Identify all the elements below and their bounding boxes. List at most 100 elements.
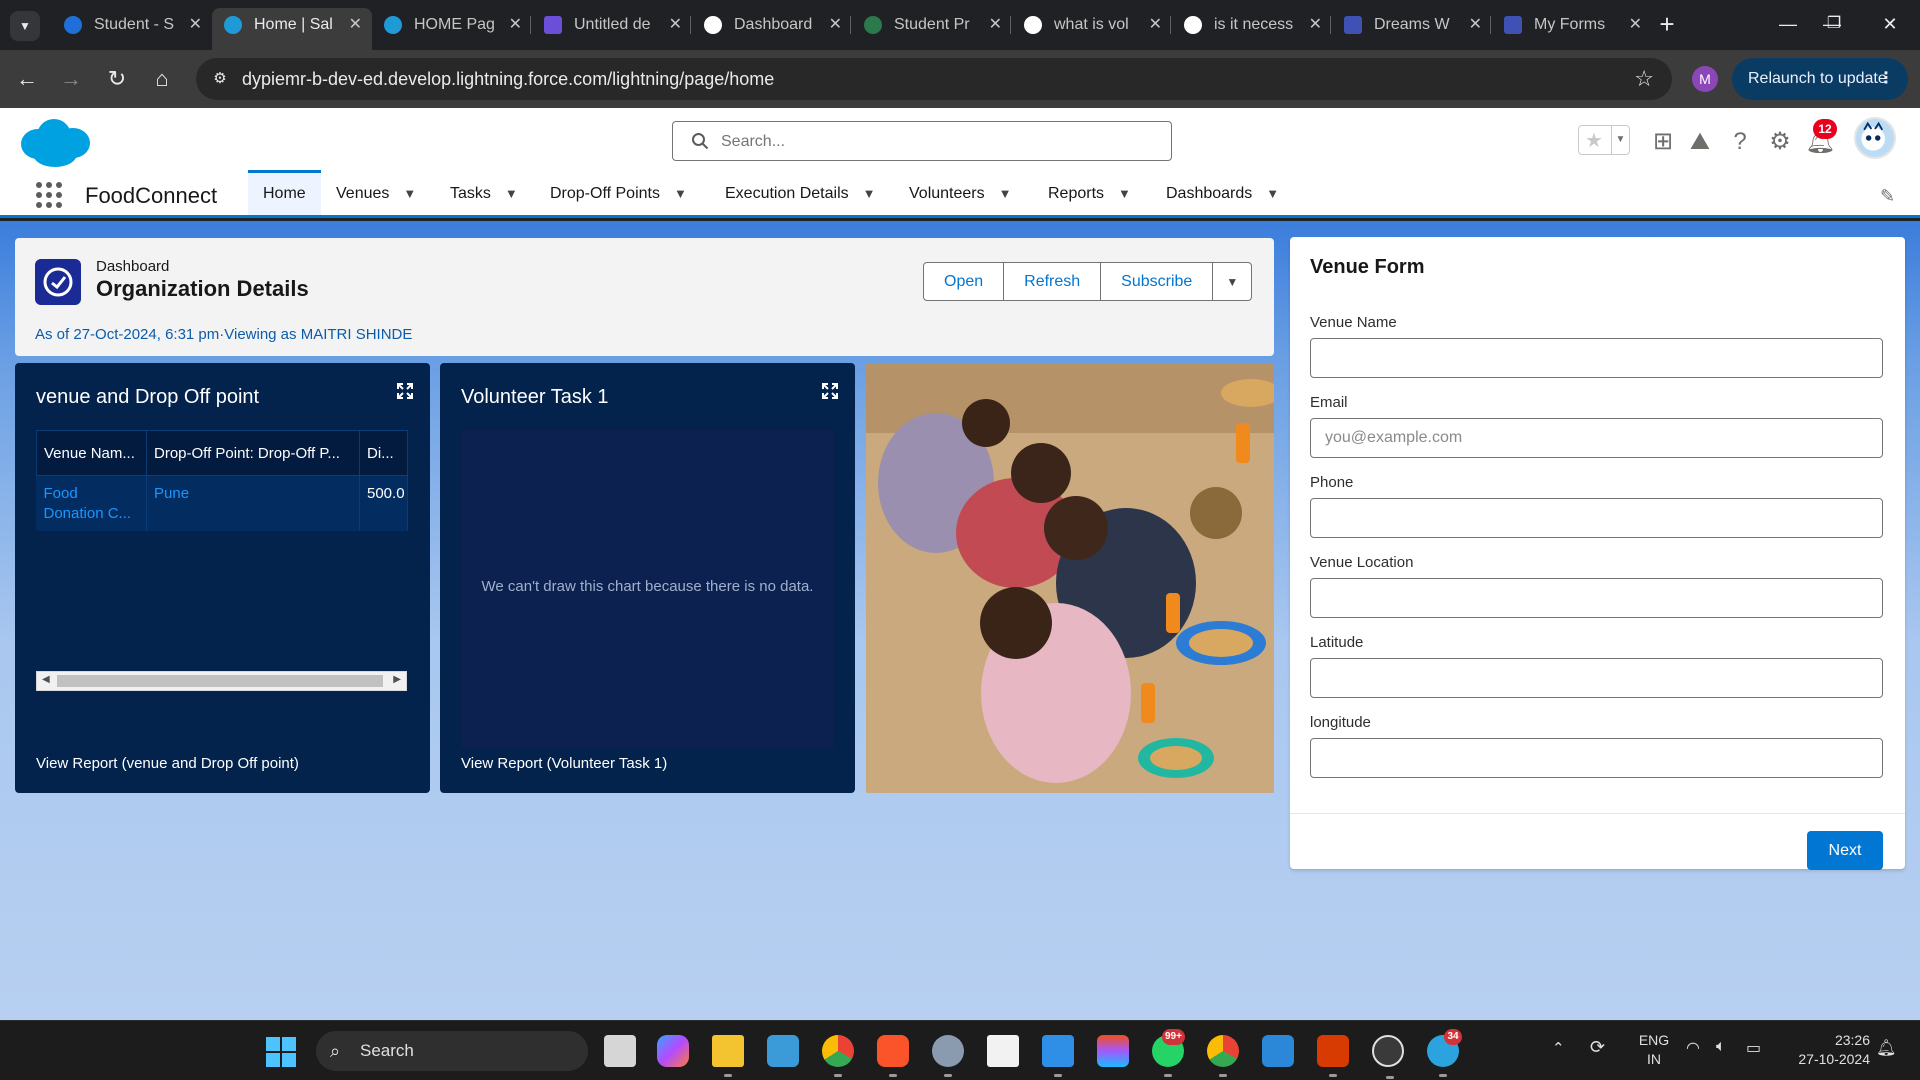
profile-avatar[interactable]: M [1692, 66, 1718, 92]
tab-close-icon[interactable]: ✕ [669, 8, 682, 42]
copilot-icon[interactable] [657, 1035, 689, 1067]
home-icon[interactable]: ⌂ [145, 62, 179, 96]
browser-tab[interactable]: Student - S ✕ [52, 8, 212, 42]
browser-tab-active[interactable]: Home | Sal ✕ [212, 8, 372, 50]
chevron-down-icon[interactable]: ▼ [999, 170, 1012, 218]
expand-icon[interactable] [396, 382, 414, 400]
minimize-window-icon[interactable]: — [1768, 6, 1808, 42]
wifi-icon[interactable]: ◠ [1686, 1038, 1700, 1058]
volume-icon[interactable]: 🔈︎ [1716, 1038, 1726, 1056]
browser-tab[interactable]: Dashboard ✕ [692, 8, 852, 42]
edit-nav-pencil-icon[interactable]: ✎ [1880, 186, 1895, 207]
email-input[interactable] [1310, 418, 1883, 458]
file-explorer-icon[interactable] [712, 1035, 744, 1077]
nav-tab-drop-off-points[interactable]: Drop-Off Points ▼ [550, 170, 687, 215]
address-url[interactable]: dypiemr-b-dev-ed.develop.lightning.force… [242, 69, 774, 90]
taskbar-search-box[interactable]: ⌕ Search [316, 1031, 588, 1071]
more-actions-chevron-icon[interactable]: ▼ [1212, 262, 1253, 301]
chevron-down-icon[interactable]: ▼ [1266, 170, 1279, 218]
notification-center-bell-icon[interactable]: 🔔︎ [1876, 1038, 1896, 1058]
forward-arrow-icon[interactable]: → [54, 62, 88, 96]
view-report-link[interactable]: View Report (venue and Drop Off point) [36, 755, 299, 772]
media-player-icon[interactable] [1372, 1035, 1404, 1079]
nav-tab-home[interactable]: Home [248, 170, 321, 215]
venue-name-input[interactable] [1310, 338, 1883, 378]
browser-tab[interactable]: Dreams W ✕ [1332, 8, 1492, 42]
expand-icon[interactable] [821, 382, 839, 400]
chevron-down-icon[interactable]: ▼ [674, 170, 687, 218]
tab-close-icon[interactable]: ✕ [1309, 8, 1322, 42]
paint-app-icon[interactable] [1262, 1035, 1294, 1067]
phone-input[interactable] [1310, 498, 1883, 538]
tab-close-icon[interactable]: ✕ [509, 8, 522, 42]
battery-icon[interactable]: ▭ [1746, 1038, 1761, 1058]
user-avatar[interactable] [1854, 117, 1896, 159]
close-window-icon[interactable]: ✕ [1870, 6, 1910, 42]
horizontal-scrollbar[interactable]: ◀ ▶ [36, 671, 407, 691]
vscode-icon[interactable] [1042, 1035, 1074, 1077]
wps-office-icon[interactable] [1317, 1035, 1349, 1077]
global-search-input[interactable] [721, 130, 1141, 154]
new-tab-plus-icon[interactable]: + [1650, 8, 1684, 42]
reload-icon[interactable]: ↻ [100, 62, 134, 96]
browser-tab[interactable]: My Forms ✕ [1492, 8, 1652, 42]
tab-close-icon[interactable]: ✕ [829, 8, 842, 42]
input-language-indicator[interactable]: ENG IN [1634, 1031, 1674, 1069]
salesforce-cloud-logo-icon[interactable] [18, 116, 92, 168]
browser-tab[interactable]: Student Pr ✕ [852, 8, 1012, 42]
scrollbar-thumb[interactable] [57, 675, 383, 687]
app-launcher-waffle-icon[interactable] [36, 182, 64, 210]
address-bar[interactable]: ⚙ dypiemr-b-dev-ed.develop.lightning.for… [196, 58, 1672, 100]
browser-tab[interactable]: is it necess ✕ [1172, 8, 1332, 42]
browser-tab[interactable]: what is vol ✕ [1012, 8, 1172, 42]
venue-name-link[interactable]: Food Donation C... [36, 475, 147, 531]
tab-close-icon[interactable]: ✕ [1149, 8, 1162, 42]
system-clock[interactable]: 23:26 27-10-2024 [1780, 1031, 1870, 1069]
nav-tab-dashboards[interactable]: Dashboards ▼ [1166, 170, 1279, 215]
venue-location-input[interactable] [1310, 578, 1883, 618]
nav-tab-reports[interactable]: Reports ▼ [1048, 170, 1131, 215]
nav-tab-tasks[interactable]: Tasks ▼ [450, 170, 518, 215]
brave-browser-icon[interactable] [877, 1035, 909, 1077]
browser-menu-icon[interactable]: ⋮ [1878, 58, 1894, 100]
column-header-drop-off-point[interactable]: Drop-Off Point: Drop-Off P... [146, 430, 360, 476]
refresh-button[interactable]: Refresh [1003, 262, 1102, 301]
site-info-icon[interactable]: ⚙ [210, 69, 230, 89]
chevron-down-icon[interactable]: ▼ [505, 170, 518, 218]
global-actions-plus-icon[interactable]: ⊞ [1648, 127, 1678, 157]
favorites-chevron-icon[interactable]: ▼ [1611, 126, 1629, 154]
global-search-box[interactable] [672, 121, 1172, 161]
sync-status-icon[interactable]: ⟳ [1590, 1037, 1605, 1058]
nav-tab-execution-details[interactable]: Execution Details ▼ [725, 170, 876, 215]
tab-close-icon[interactable]: ✕ [349, 8, 362, 42]
back-arrow-icon[interactable]: ← [10, 62, 44, 96]
windows-start-icon[interactable] [266, 1037, 296, 1067]
next-button[interactable]: Next [1807, 831, 1883, 870]
tab-close-icon[interactable]: ✕ [1629, 8, 1642, 42]
browser-tab[interactable]: Untitled de ✕ [532, 8, 692, 42]
notepad-file-icon[interactable] [987, 1035, 1019, 1067]
nav-tab-venues[interactable]: Venues ▼ [336, 170, 416, 215]
photos-app-icon[interactable] [767, 1035, 799, 1067]
longitude-input[interactable] [1310, 738, 1883, 778]
column-header-venue-name[interactable]: Venue Nam... [36, 430, 147, 476]
drop-off-point-link[interactable]: Pune [146, 475, 360, 531]
chrome-profile-icon[interactable] [822, 1035, 854, 1077]
subscribe-button[interactable]: Subscribe [1100, 262, 1214, 301]
bookmark-star-icon[interactable]: ☆ [1634, 66, 1654, 92]
chevron-down-icon[interactable]: ▼ [1118, 170, 1131, 218]
settings-gear-icon[interactable] [932, 1035, 964, 1077]
help-question-icon[interactable]: ? [1725, 127, 1755, 157]
tab-close-icon[interactable]: ✕ [189, 8, 202, 42]
latitude-input[interactable] [1310, 658, 1883, 698]
show-hidden-icons-chevron-icon[interactable]: ⌃ [1552, 1039, 1565, 1057]
tab-close-icon[interactable]: ✕ [1469, 8, 1482, 42]
setup-gear-icon[interactable]: ⚙ [1765, 127, 1795, 157]
task-view-icon[interactable] [604, 1035, 636, 1067]
chevron-down-icon[interactable]: ▼ [863, 170, 876, 218]
favorites-button[interactable]: ★ ▼ [1578, 125, 1630, 155]
open-button[interactable]: Open [923, 262, 1005, 301]
chevron-down-icon[interactable]: ▼ [403, 170, 416, 218]
scroll-right-arrow-icon[interactable]: ▶ [393, 674, 401, 685]
tab-close-icon[interactable]: ✕ [989, 8, 1002, 42]
